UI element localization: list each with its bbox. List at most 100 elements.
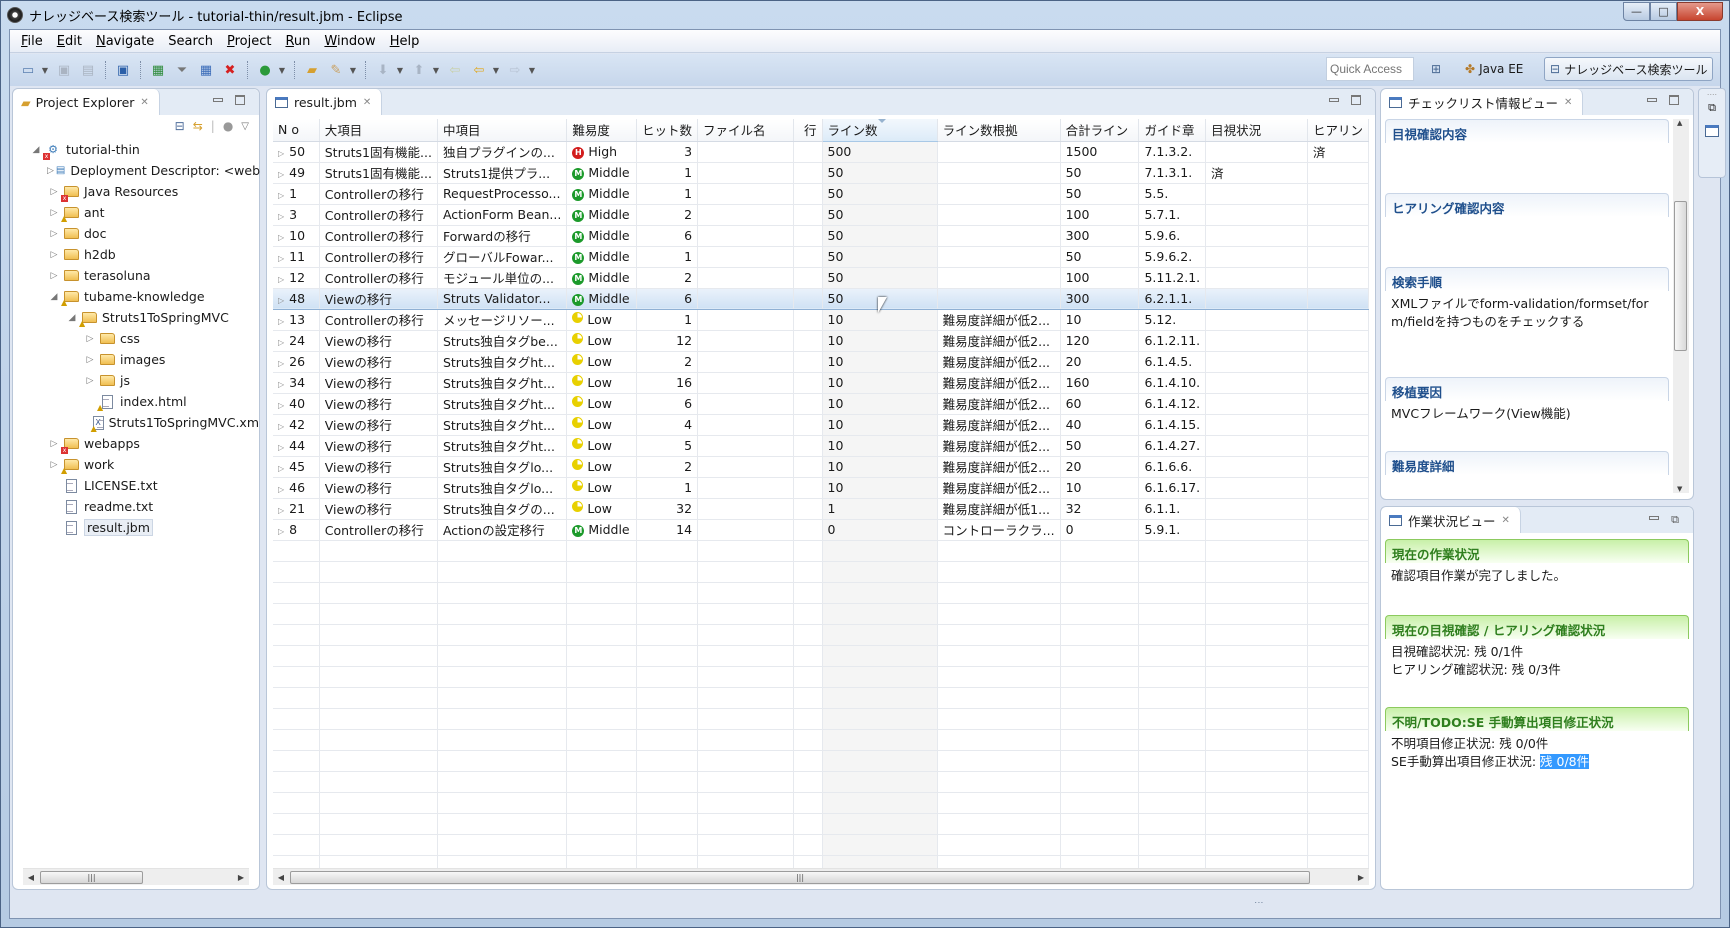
tab-project-explorer[interactable]: ▰ Project Explorer ✕ (13, 89, 160, 115)
scroll-right-icon[interactable]: ▶ (1353, 873, 1369, 882)
checklist-vertical-scrollbar[interactable]: ▲ ▼ (1673, 119, 1689, 493)
column-header[interactable]: ヒット数 (636, 119, 699, 142)
save-icon[interactable]: ▣ (54, 60, 74, 80)
collapsed-twisty-icon[interactable]: ▷ (83, 376, 97, 386)
run-dropdown[interactable]: ▼ (277, 66, 287, 75)
table-row[interactable]: ▷ 46 Viewの移行 Struts独自タグlo... Low 1 10 難易度詳細が低2.… (273, 477, 1369, 499)
minimize-view-button[interactable] (1649, 516, 1660, 520)
table-row[interactable]: ▷ 3 Controllerの移行 ActionForm Bean... M Middle… (273, 204, 1369, 226)
maximize-view-button[interactable] (1669, 95, 1679, 105)
close-icon[interactable]: ✕ (1502, 515, 1510, 526)
menu-project[interactable]: Project (220, 34, 279, 49)
delete-table-icon[interactable]: ✖ (220, 60, 240, 80)
tree-item[interactable]: ▷ terasoluna (13, 265, 259, 286)
tree-item[interactable]: ▷ h2db (13, 244, 259, 265)
tree-item[interactable]: X ▲ Struts1ToSpringMVC.xm (13, 412, 259, 433)
minimized-view-icon[interactable] (1705, 125, 1719, 137)
menu-window[interactable]: Window (317, 34, 382, 49)
column-header[interactable]: 大項目 (319, 119, 438, 142)
minimize-view-button[interactable] (213, 98, 223, 102)
minimize-view-button[interactable] (1329, 98, 1339, 102)
quick-access-input[interactable] (1326, 57, 1414, 81)
tree-item[interactable]: ▷ css (13, 328, 259, 349)
tree-item[interactable]: ▲ index.html (13, 391, 259, 412)
column-header[interactable]: 合計ライン (1060, 119, 1140, 142)
tab-checklist-info[interactable]: チェックリスト情報ビュー ✕ (1381, 89, 1584, 115)
table-row[interactable]: ▷ 49 Struts1固有機能... Struts1提供プラ... M Middle 1 5… (273, 162, 1369, 184)
open-perspective-button[interactable]: ⊞ (1426, 57, 1446, 81)
table-row[interactable]: ▷ 12 Controllerの移行 モジュール単位の... M Middle 2 50 100… (273, 267, 1369, 289)
minimize-view-button[interactable] (1647, 98, 1657, 102)
row-expand-icon[interactable]: ▷ (278, 506, 284, 515)
table-row[interactable]: ▷ 11 Controllerの移行 グローバルFowar... M Middle 1 50 5… (273, 246, 1369, 268)
collapsed-twisty-icon[interactable]: ▷ (47, 271, 61, 281)
minimize-button[interactable]: — (1623, 2, 1650, 21)
scroll-thumb[interactable] (1674, 201, 1687, 351)
collapsed-twisty-icon[interactable]: ▷ (47, 439, 61, 449)
row-expand-icon[interactable]: ▷ (278, 422, 284, 431)
tree-item[interactable]: ◢ ⚙ x tutorial-thin (13, 139, 259, 160)
column-header[interactable]: 目視状況 (1205, 119, 1308, 142)
forward-icon[interactable]: ⇨ (505, 60, 525, 80)
maximize-view-button[interactable] (1351, 95, 1361, 105)
tree-item[interactable]: ◢ ▲ Struts1ToSpringMVC (13, 307, 259, 328)
table-row[interactable]: ▷ 34 Viewの移行 Struts独自タグht... Low 16 10 難易度詳細が低2… (273, 372, 1369, 394)
row-expand-icon[interactable]: ▷ (278, 317, 284, 326)
table-row[interactable]: ▷ 26 Viewの移行 Struts独自タグht... Low 2 10 難易度詳細が低2.… (273, 351, 1369, 373)
table-row[interactable]: ▷ 44 Viewの移行 Struts独自タグht... Low 5 10 難易度詳細が低2.… (273, 435, 1369, 457)
row-expand-icon[interactable]: ▷ (278, 485, 284, 494)
tab-work-status[interactable]: 作業状況ビュー ✕ (1381, 507, 1521, 533)
menu-edit[interactable]: Edit (50, 34, 89, 49)
menu-help[interactable]: Help (383, 34, 427, 49)
new-dropdown[interactable]: ▼ (40, 66, 50, 75)
tree-item[interactable]: ▷ x webapps (13, 433, 259, 454)
monitor-icon[interactable]: ▣ (113, 60, 133, 80)
tree-item[interactable]: ▷ js (13, 370, 259, 391)
row-expand-icon[interactable]: ▷ (278, 380, 284, 389)
brush-dropdown[interactable]: ▼ (348, 66, 358, 75)
scroll-up-icon[interactable]: ▲ (1677, 119, 1682, 127)
tree-item[interactable]: ▷ ▲ ant (13, 202, 259, 223)
tree-item[interactable]: ◢ ▲ tubame-knowledge (13, 286, 259, 307)
menu-run[interactable]: Run (278, 34, 317, 49)
column-header[interactable]: ライン数 (822, 119, 938, 142)
tab-result-jbm[interactable]: result.jbm ✕ (267, 89, 383, 115)
row-expand-icon[interactable]: ▷ (278, 527, 284, 536)
collapsed-twisty-icon[interactable]: ▷ (47, 208, 61, 218)
expanded-twisty-icon[interactable]: ◢ (65, 313, 79, 323)
save-all-icon[interactable]: ▤ (78, 60, 98, 80)
table-row[interactable]: ▷ 45 Viewの移行 Struts独自タグlo... Low 2 10 難易度詳細が低2.… (273, 456, 1369, 478)
column-header[interactable]: 中項目 (437, 119, 568, 142)
working-sets-icon[interactable]: ● (223, 119, 233, 133)
column-header[interactable]: ヒアリン (1307, 119, 1369, 142)
next-annotation-dropdown[interactable]: ▼ (395, 66, 405, 75)
row-expand-icon[interactable]: ▷ (278, 464, 284, 473)
table-row[interactable]: ▷ 50 Struts1固有機能... 独自プラグインの... H High 3 500 150… (273, 141, 1369, 163)
forward-dropdown[interactable]: ▼ (527, 66, 537, 75)
column-header[interactable]: ライン数根拠 (937, 119, 1061, 142)
scroll-right-icon[interactable]: ▶ (233, 873, 249, 882)
filter-icon[interactable]: ⏷ (172, 60, 192, 80)
row-expand-icon[interactable]: ▷ (278, 338, 284, 347)
close-icon[interactable]: ✕ (140, 97, 148, 108)
run-icon[interactable]: ● (255, 60, 275, 80)
tree-item[interactable]: ▷ images (13, 349, 259, 370)
scroll-thumb[interactable]: ||| (40, 871, 143, 884)
column-header[interactable]: ファイル名 (697, 119, 794, 142)
table-row[interactable]: ▷ 24 Viewの移行 Struts独自タグbe... Low 12 10 難易度詳細が低2… (273, 330, 1369, 352)
maximize-view-button[interactable] (235, 95, 245, 105)
back-icon[interactable]: ⇦ (469, 60, 489, 80)
tree-item[interactable]: ▷ doc (13, 223, 259, 244)
row-expand-icon[interactable]: ▷ (278, 359, 284, 368)
trim-handle[interactable]: .... (1699, 89, 1725, 97)
table-row[interactable]: ▷ 8 Controllerの移行 Actionの設定移行 M Middle 14 0 コントロ… (273, 519, 1369, 541)
row-expand-icon[interactable]: ▷ (278, 296, 284, 305)
table-horizontal-scrollbar[interactable]: ◀ ||| ▶ (273, 868, 1369, 885)
calendar-import-icon[interactable]: ▦ (196, 60, 216, 80)
close-button[interactable]: X (1677, 2, 1723, 21)
menu-search[interactable]: Search (161, 34, 220, 49)
collapsed-twisty-icon[interactable]: ▷ (47, 460, 61, 470)
row-expand-icon[interactable]: ▷ (278, 443, 284, 452)
column-header[interactable]: N o (273, 119, 320, 142)
restore-icon[interactable]: ⧉ (1699, 101, 1725, 115)
